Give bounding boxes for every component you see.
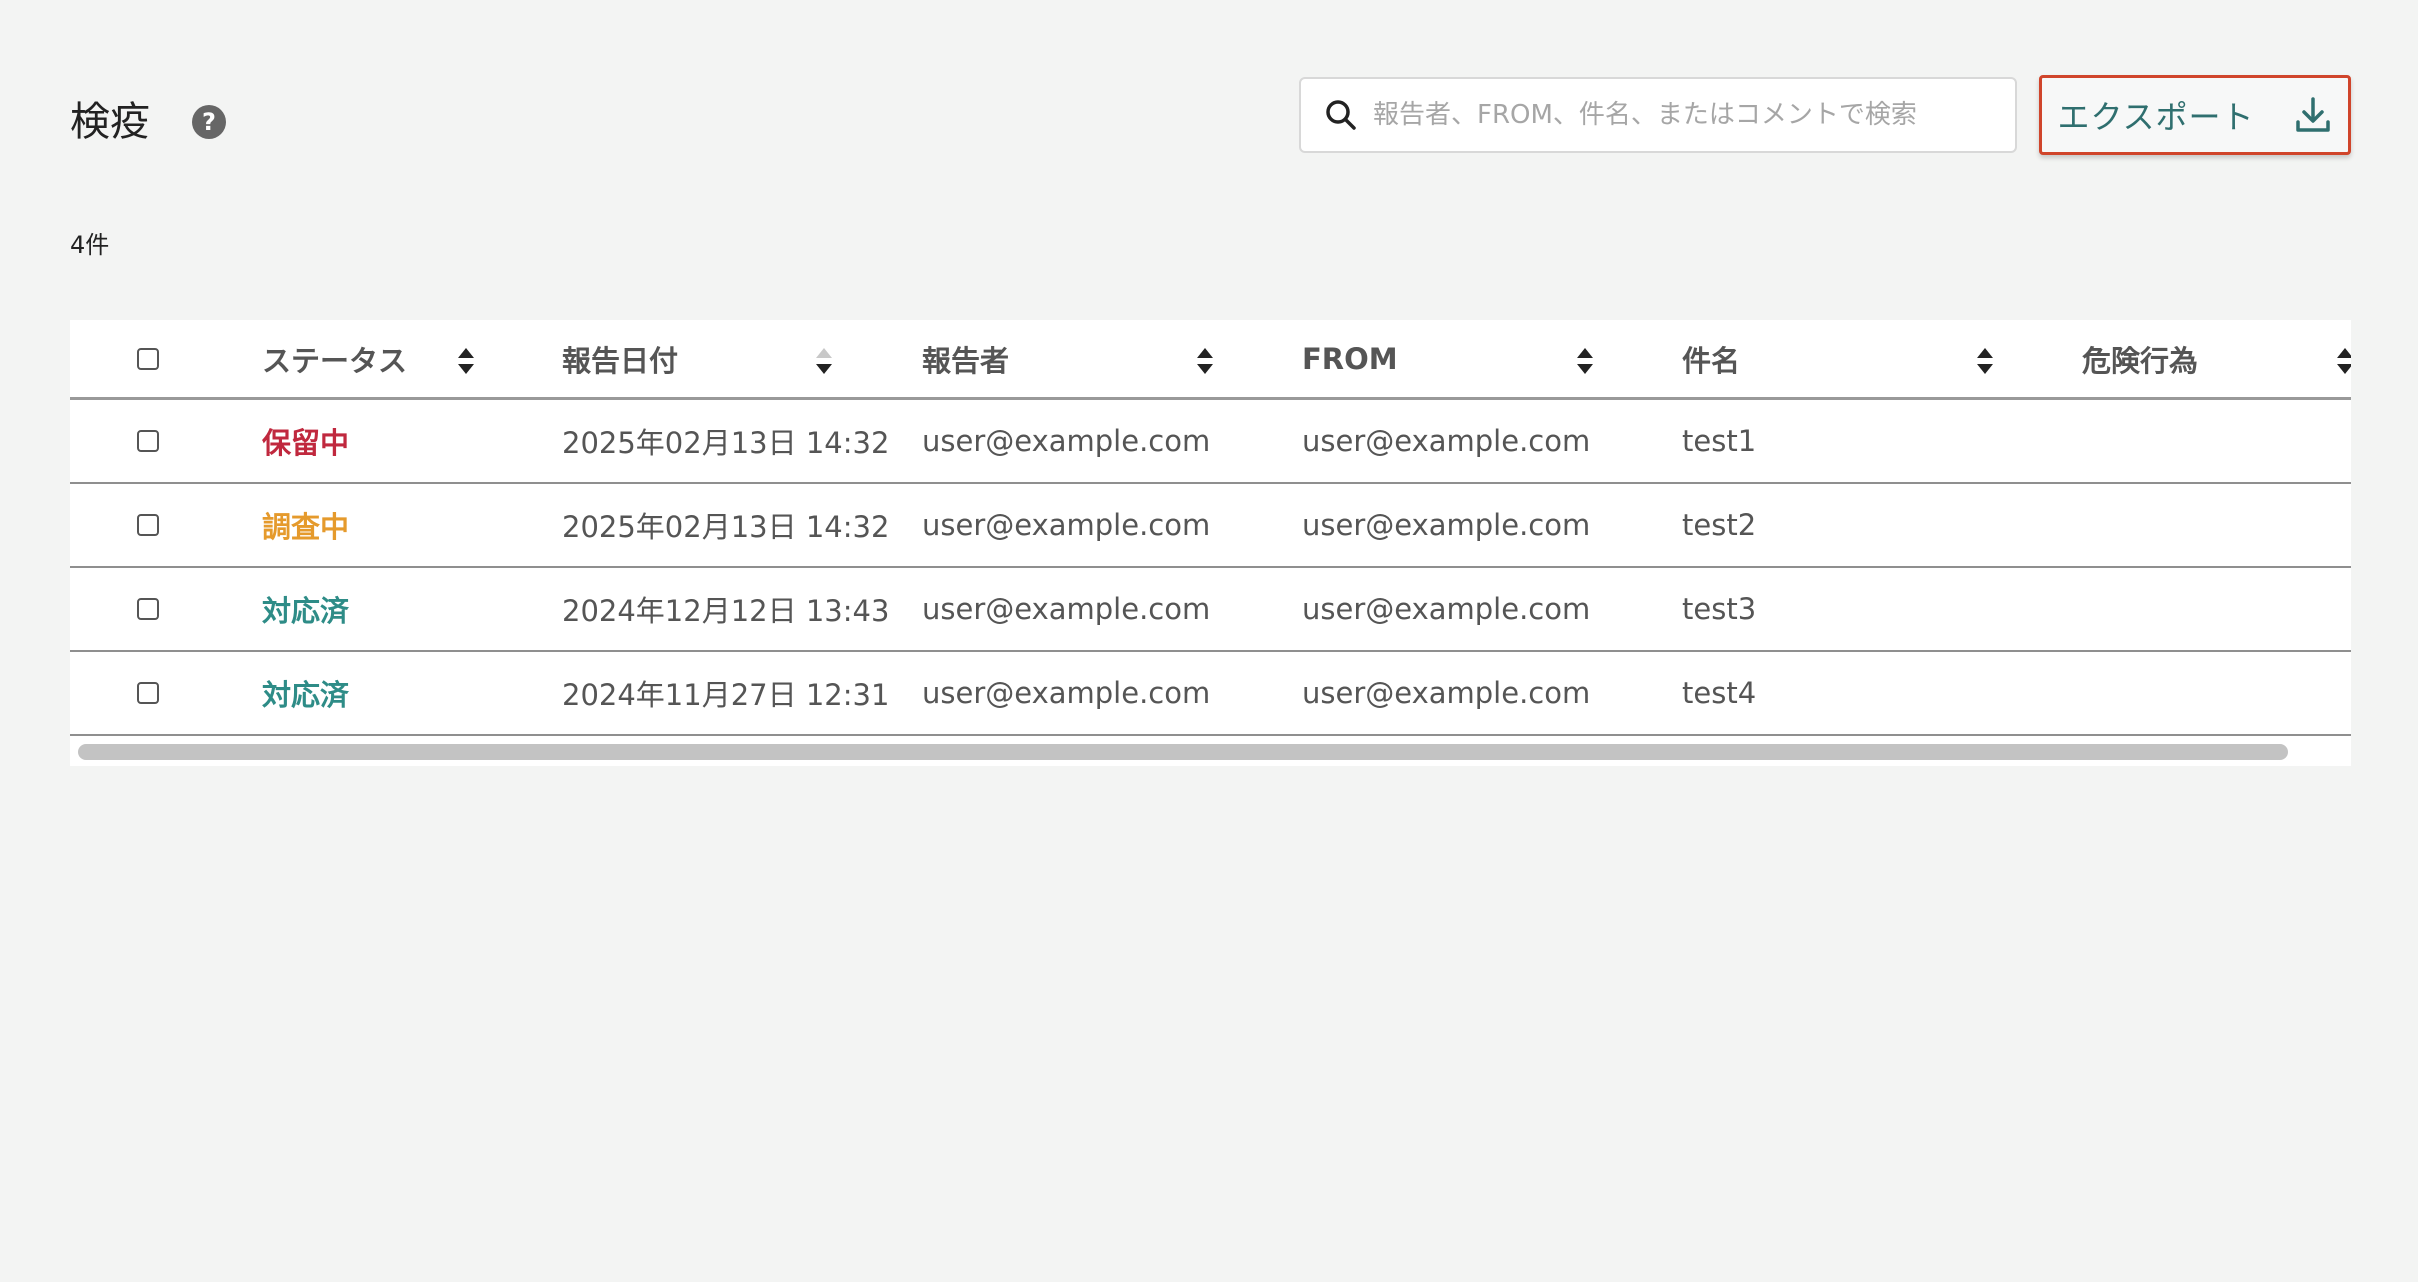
sort-icon[interactable] — [457, 346, 475, 376]
status-cell: 保留中 — [262, 426, 350, 460]
select-all-checkbox[interactable] — [137, 347, 159, 370]
quarantine-page: 検疫 ? エクスポート 4件 ステータス 報告日付 — [0, 0, 2418, 1282]
sort-icon[interactable] — [815, 346, 833, 376]
select-all-cell — [137, 320, 159, 397]
from-cell: user@example.com — [1302, 676, 1591, 710]
status-cell: 調査中 — [262, 510, 350, 544]
column-header-reporter[interactable]: 報告者 — [922, 320, 1009, 397]
reporter-cell: user@example.com — [922, 592, 1211, 626]
table-header-row: ステータス 報告日付 報告者 FROM 件名 危険行為 — [70, 320, 2351, 400]
sort-icon[interactable] — [1196, 346, 1214, 376]
subject-cell: test3 — [1682, 592, 1757, 626]
search-icon — [1326, 100, 1356, 130]
subject-cell: test4 — [1682, 676, 1757, 710]
row-checkbox[interactable] — [137, 514, 159, 536]
column-header-risk[interactable]: 危険行為 — [2082, 320, 2198, 397]
search-box[interactable] — [1299, 77, 2017, 153]
download-icon — [2295, 97, 2330, 132]
quarantine-table: ステータス 報告日付 報告者 FROM 件名 危険行為 保留中 2025年02月… — [70, 320, 2351, 766]
table-row[interactable]: 保留中 2025年02月13日 14:32 user@example.com u… — [70, 400, 2351, 484]
subject-cell: test2 — [1682, 508, 1757, 542]
table-row[interactable]: 調査中 2025年02月13日 14:32 user@example.com u… — [70, 484, 2351, 568]
column-header-subject[interactable]: 件名 — [1682, 320, 1740, 397]
row-checkbox[interactable] — [137, 598, 159, 620]
table-row[interactable]: 対応済 2024年12月12日 13:43 user@example.com u… — [70, 568, 2351, 652]
reporter-cell: user@example.com — [922, 676, 1211, 710]
sort-icon[interactable] — [2336, 346, 2351, 376]
status-cell: 対応済 — [262, 678, 350, 712]
date-cell: 2025年02月13日 14:32 — [562, 426, 890, 460]
status-cell: 対応済 — [262, 594, 350, 628]
search-input[interactable] — [1373, 85, 1973, 145]
date-cell: 2024年11月27日 12:31 — [562, 678, 890, 712]
date-cell: 2025年02月13日 14:32 — [562, 510, 890, 544]
row-checkbox[interactable] — [137, 430, 159, 452]
table-row[interactable]: 対応済 2024年11月27日 12:31 user@example.com u… — [70, 652, 2351, 736]
from-cell: user@example.com — [1302, 424, 1591, 458]
subject-cell: test1 — [1682, 424, 1757, 458]
column-header-date[interactable]: 報告日付 — [562, 320, 678, 397]
row-select-cell — [137, 568, 159, 650]
help-icon[interactable]: ? — [192, 105, 226, 139]
column-header-status[interactable]: ステータス — [262, 320, 407, 397]
date-cell: 2024年12月12日 13:43 — [562, 594, 890, 628]
row-select-cell — [137, 400, 159, 482]
column-header-from[interactable]: FROM — [1302, 320, 1398, 397]
horizontal-scrollbar[interactable] — [70, 738, 2351, 766]
export-button[interactable]: エクスポート — [2039, 75, 2351, 155]
reporter-cell: user@example.com — [922, 508, 1211, 542]
scrollbar-thumb[interactable] — [78, 744, 2288, 760]
row-select-cell — [137, 484, 159, 566]
export-label: エクスポート — [2057, 98, 2255, 136]
from-cell: user@example.com — [1302, 592, 1591, 626]
page-title: 検疫 — [70, 99, 150, 145]
result-count: 4件 — [70, 231, 110, 259]
row-select-cell — [137, 652, 159, 734]
from-cell: user@example.com — [1302, 508, 1591, 542]
sort-icon[interactable] — [1976, 346, 1994, 376]
reporter-cell: user@example.com — [922, 424, 1211, 458]
row-checkbox[interactable] — [137, 682, 159, 704]
sort-icon[interactable] — [1576, 346, 1594, 376]
